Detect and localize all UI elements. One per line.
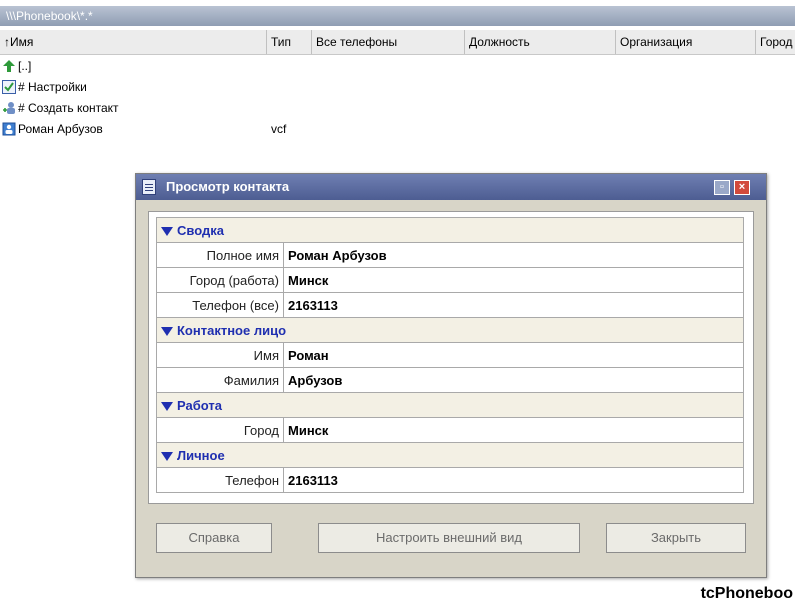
contact-card-icon [2, 122, 16, 136]
app-caption: tcPhoneboo [700, 585, 793, 602]
section-row: Контактное лицо [156, 317, 744, 343]
table-row: Телефон (все) 2163113 [156, 292, 744, 318]
list-item[interactable]: # Создать контакт [0, 98, 795, 119]
field-value: Роман [283, 342, 744, 368]
customize-view-button[interactable]: Настроить внешний вид [318, 523, 580, 553]
list-item-name: # Настройки [18, 80, 87, 94]
field-value: Минск [283, 417, 744, 443]
collapse-triangle-icon [161, 401, 173, 411]
field-label: Город (работа) [156, 267, 284, 293]
section-title: Личное [177, 447, 225, 463]
checkbox-checked-icon [2, 80, 16, 94]
list-item[interactable]: Роман Арбузов vcf [0, 119, 795, 140]
list-item-name: [..] [18, 59, 32, 73]
close-window-button[interactable]: × [734, 180, 750, 195]
field-label: Телефон [156, 467, 284, 493]
list-item-type: vcf [271, 122, 287, 136]
table-row: Полное имя Роман Арбузов [156, 242, 744, 268]
help-button[interactable]: Справка [156, 523, 272, 553]
column-name[interactable]: ↑Имя [0, 30, 267, 54]
column-phones[interactable]: Все телефоны [312, 30, 465, 54]
path-text: \\\Phonebook\*.* [6, 9, 93, 23]
list-item-name: # Создать контакт [18, 101, 119, 115]
list-item[interactable]: # Настройки [0, 77, 795, 98]
list-item-name: Роман Арбузов [18, 122, 103, 136]
collapse-triangle-icon [161, 226, 173, 236]
field-label: Фамилия [156, 367, 284, 393]
column-header: ↑Имя Тип Все телефоны Должность Организа… [0, 30, 795, 55]
section-header-personal[interactable]: Личное [156, 442, 744, 468]
table-row: Город (работа) Минск [156, 267, 744, 293]
column-organization[interactable]: Организация [616, 30, 756, 54]
section-row: Личное [156, 442, 744, 468]
field-value: 2163113 [283, 292, 744, 318]
up-arrow-icon [3, 60, 15, 72]
properties-table: Сводка Полное имя Роман Арбузов Город (ра… [156, 217, 744, 493]
column-city[interactable]: Город [756, 30, 795, 54]
field-label: Телефон (все) [156, 292, 284, 318]
section-header-contact[interactable]: Контактное лицо [156, 317, 744, 343]
field-value: Роман Арбузов [283, 242, 744, 268]
table-row: Имя Роман [156, 342, 744, 368]
dialog-titlebar[interactable]: Просмотр контакта ▫ × [136, 174, 766, 200]
collapse-triangle-icon [161, 326, 173, 336]
table-row: Город Минск [156, 417, 744, 443]
section-header-work[interactable]: Работа [156, 392, 744, 418]
collapse-triangle-icon [161, 451, 173, 461]
section-title: Контактное лицо [177, 322, 287, 338]
section-row: Сводка [156, 217, 744, 243]
field-label: Имя [156, 342, 284, 368]
field-value: 2163113 [283, 467, 744, 493]
field-label: Полное имя [156, 242, 284, 268]
field-value: Арбузов [283, 367, 744, 393]
properties-panel: Сводка Полное имя Роман Арбузов Город (ра… [148, 211, 754, 504]
table-row: Фамилия Арбузов [156, 367, 744, 393]
path-bar: \\\Phonebook\*.* [0, 6, 795, 26]
field-label: Город [156, 417, 284, 443]
section-row: Работа [156, 392, 744, 418]
section-header-summary[interactable]: Сводка [156, 217, 744, 243]
column-position[interactable]: Должность [465, 30, 616, 54]
restore-button[interactable]: ▫ [714, 180, 730, 195]
section-title: Сводка [177, 222, 224, 238]
new-contact-icon [3, 102, 15, 114]
list-item[interactable]: [..] [0, 56, 795, 77]
section-title: Работа [177, 397, 222, 413]
close-button[interactable]: Закрыть [606, 523, 746, 553]
column-type[interactable]: Тип [267, 30, 312, 54]
contact-view-dialog: Просмотр контакта ▫ × Сводка Полное имя Р… [135, 173, 767, 578]
document-icon [142, 179, 156, 195]
field-value: Минск [283, 267, 744, 293]
dialog-title: Просмотр контакта [166, 179, 290, 194]
table-row: Телефон 2163113 [156, 467, 744, 493]
